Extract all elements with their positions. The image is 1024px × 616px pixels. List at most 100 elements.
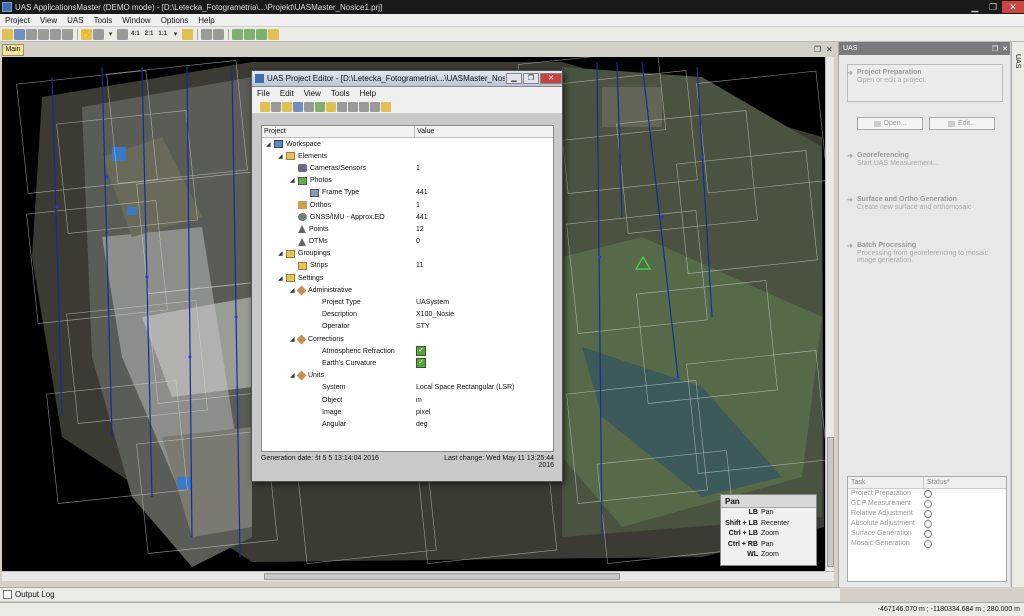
points-icon[interactable]: [348, 101, 358, 112]
tree-row[interactable]: Earth's Curvature ✓: [262, 357, 553, 369]
edit-button[interactable]: Edit...: [929, 117, 995, 130]
settings-icon[interactable]: [268, 28, 280, 40]
tree-row[interactable]: System Local Space Rectangular (LSR): [262, 382, 553, 394]
document-close-icon[interactable]: ✕: [826, 45, 833, 54]
column-value[interactable]: Value: [415, 126, 553, 137]
zoom-4-1-button[interactable]: 4:1: [129, 29, 142, 40]
close-button[interactable]: ✕: [1002, 1, 1024, 13]
tree-row[interactable]: ◢ Workspace: [262, 138, 553, 150]
checkbox-checked-icon[interactable]: ✓: [416, 346, 426, 357]
pan-hand-icon[interactable]: ✋: [81, 28, 92, 40]
menu-options[interactable]: Options: [156, 16, 194, 25]
zoom-extent-icon[interactable]: [117, 28, 128, 40]
dialog-titlebar[interactable]: UAS Project Editor - [D:\Letecka_Fotogra…: [252, 71, 562, 87]
tree-row[interactable]: Points 12: [262, 223, 553, 235]
scroll-thumb[interactable]: [264, 573, 620, 580]
section-surface-ortho[interactable]: Surface and Ortho Generation Create new …: [847, 196, 1003, 211]
uas-side-tab[interactable]: UAS: [1011, 42, 1024, 587]
dialog-maximize-button[interactable]: ❐: [523, 73, 539, 84]
dtm-icon[interactable]: [359, 101, 369, 112]
panel-float-icon[interactable]: ❐: [990, 45, 1000, 53]
dialog-minimize-button[interactable]: ▁: [506, 73, 522, 84]
column-task[interactable]: Task: [848, 477, 924, 488]
tree-row[interactable]: ◢ Settings: [262, 272, 553, 284]
paste-icon[interactable]: [62, 28, 73, 40]
edit-icon[interactable]: [38, 28, 49, 40]
tree-row[interactable]: Object m: [262, 394, 553, 406]
menu-help[interactable]: Help: [193, 16, 219, 25]
dialog-menu-edit[interactable]: Edit: [275, 89, 299, 98]
section-project-preparation[interactable]: Project Preparation Open or edit a proje…: [847, 69, 1003, 84]
open-button[interactable]: Open...: [857, 117, 923, 130]
tree-row[interactable]: ◢ Photos: [262, 175, 553, 187]
tree-row[interactable]: Cameras/Sensors 1: [262, 162, 553, 174]
expander-icon[interactable]: ◢: [290, 177, 298, 184]
tree-row[interactable]: Strips 11: [262, 260, 553, 272]
layer-add-icon[interactable]: [244, 28, 256, 40]
maximize-button[interactable]: ❐: [984, 1, 1002, 13]
expander-icon[interactable]: ◢: [278, 153, 286, 160]
section-georeferencing[interactable]: Georeferencing Start UAS Measurement...: [847, 152, 1003, 167]
document-restore-icon[interactable]: ❐: [814, 45, 821, 54]
save-icon[interactable]: [260, 101, 270, 112]
dialog-menu-tools[interactable]: Tools: [326, 89, 355, 98]
project-tree[interactable]: Project Value ◢ Workspace ◢ Elements Cameras…: [261, 125, 554, 452]
dropdown-arrow-icon[interactable]: ▾: [105, 29, 116, 40]
camera-icon[interactable]: [293, 101, 303, 112]
menu-tools[interactable]: Tools: [89, 16, 118, 25]
tree-row-value[interactable]: ✓: [416, 346, 429, 357]
column-status[interactable]: Status*: [924, 477, 950, 488]
tree-row[interactable]: ◢ Corrections: [262, 333, 553, 345]
zoom-box-icon[interactable]: [93, 28, 104, 40]
tree-row-value[interactable]: ✓: [416, 358, 429, 369]
tree-row[interactable]: ◢ Units: [262, 370, 553, 382]
search-icon[interactable]: [271, 101, 281, 112]
layer-remove-icon[interactable]: [256, 28, 268, 40]
tree-row[interactable]: DTMs 0: [262, 236, 553, 248]
tree-row[interactable]: Image pixel: [262, 406, 553, 418]
expander-icon[interactable]: ◢: [278, 275, 286, 282]
tree-row[interactable]: GNSS/IMU - Approx.EO 441: [262, 211, 553, 223]
tools-icon[interactable]: [282, 101, 292, 112]
dialog-menu-file[interactable]: File: [252, 89, 275, 98]
menu-window[interactable]: Window: [117, 16, 155, 25]
point-tool-icon[interactable]: [213, 28, 225, 40]
frame-icon[interactable]: [304, 101, 314, 112]
checkbox-checked-icon[interactable]: ✓: [416, 358, 426, 369]
menu-project[interactable]: Project: [0, 16, 35, 25]
zoom-1-1-button[interactable]: 1:1: [156, 29, 169, 40]
menu-uas[interactable]: UAS: [62, 16, 88, 25]
gnss-icon[interactable]: [337, 101, 347, 112]
print-icon[interactable]: [26, 28, 37, 40]
zoom-2-1-button[interactable]: 2:1: [143, 29, 156, 40]
column-project[interactable]: Project: [262, 126, 415, 137]
panel-close-icon[interactable]: ✕: [1000, 45, 1010, 53]
tree-row[interactable]: Frame Type 441: [262, 187, 553, 199]
tree-row[interactable]: Operator STY: [262, 321, 553, 333]
tree-row[interactable]: ◢ Elements: [262, 150, 553, 162]
copy-icon[interactable]: [50, 28, 61, 40]
layer-icon[interactable]: [232, 28, 244, 40]
dialog-close-button[interactable]: ✕: [540, 73, 562, 84]
tree-row[interactable]: ◢ Groupings: [262, 248, 553, 260]
viewport-horizontal-scrollbar[interactable]: [2, 571, 834, 581]
output-log-tab[interactable]: Output Log: [0, 587, 840, 601]
minimize-button[interactable]: ▁: [966, 1, 984, 13]
dialog-menu-view[interactable]: View: [299, 89, 326, 98]
tree-row[interactable]: ◢ Administrative: [262, 284, 553, 296]
tree-row[interactable]: Description X100_Nosie: [262, 309, 553, 321]
strip-icon[interactable]: [370, 101, 380, 112]
viewport-vertical-scrollbar[interactable]: [825, 57, 834, 571]
settings-icon[interactable]: [381, 101, 391, 112]
expander-icon[interactable]: ◢: [266, 141, 274, 148]
dropdown-arrow-icon[interactable]: ▾: [170, 29, 181, 40]
measure-icon[interactable]: [182, 28, 194, 40]
tree-row[interactable]: Orthos 1: [262, 199, 553, 211]
save-icon[interactable]: [14, 28, 25, 40]
photo-icon[interactable]: [315, 101, 325, 112]
scroll-thumb[interactable]: [827, 437, 834, 567]
tree-row[interactable]: Angular deg: [262, 418, 553, 430]
section-batch-processing[interactable]: Batch Processing Processing from georefe…: [847, 242, 1003, 264]
tree-row[interactable]: Project Type UASystem: [262, 296, 553, 308]
dialog-menu-help[interactable]: Help: [355, 89, 381, 98]
